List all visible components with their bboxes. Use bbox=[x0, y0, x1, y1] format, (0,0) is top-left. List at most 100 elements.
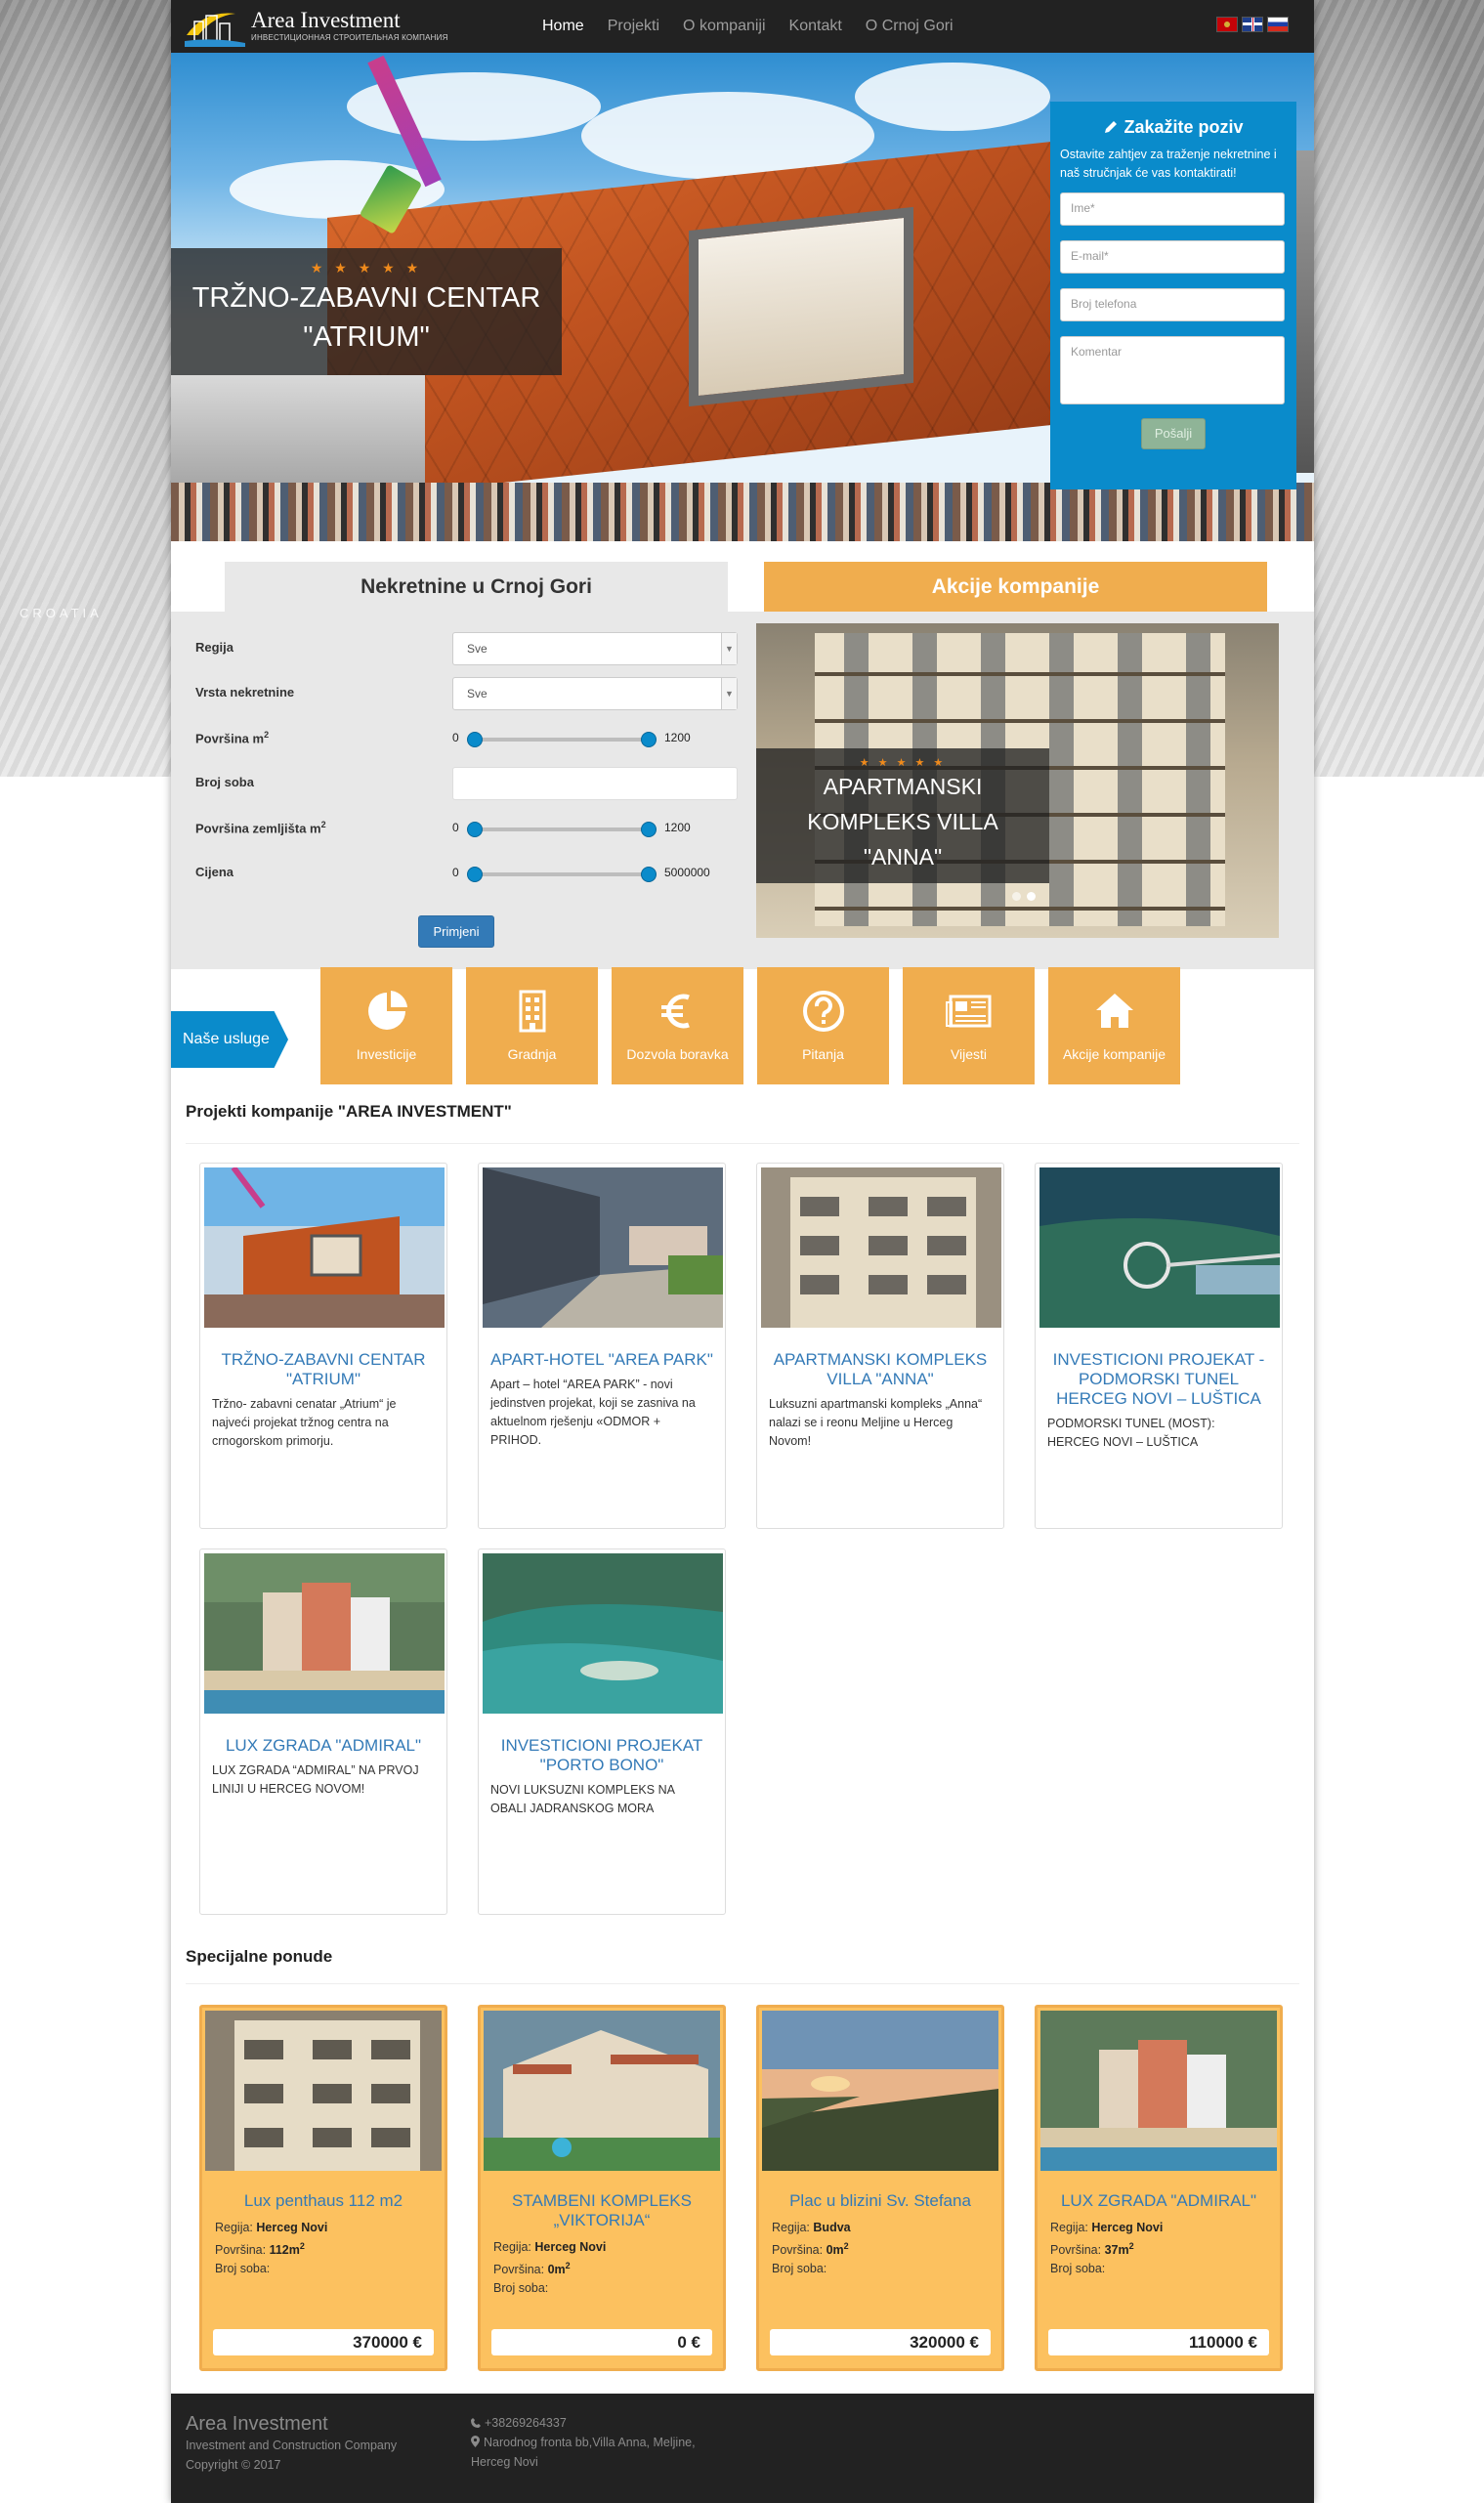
service-label: Dozvola boravka bbox=[626, 1046, 729, 1062]
call-form-text: Ostavite zahtjev za traženje nekretnine … bbox=[1060, 148, 1277, 180]
call-request-form: Zakažite poziv Ostavite zahtjev za traže… bbox=[1050, 102, 1296, 489]
offer-price: 320000 € bbox=[770, 2329, 991, 2355]
service-residence-permit[interactable]: Dozvola boravka bbox=[612, 967, 743, 1084]
project-title[interactable]: APART-HOTEL "AREA PARK" bbox=[483, 1350, 721, 1370]
nav-projects[interactable]: Projekti bbox=[596, 0, 671, 53]
tab-promotions[interactable]: Akcije kompanije bbox=[764, 562, 1267, 612]
project-card[interactable]: INVESTICIONI PROJEKAT -PODMORSKI TUNEL H… bbox=[1035, 1163, 1283, 1529]
offer-image-penthaus bbox=[205, 2011, 442, 2171]
hero-crowd bbox=[171, 483, 1314, 541]
offer-area: 0m2 bbox=[547, 2261, 571, 2277]
project-card[interactable]: INVESTICIONI PROJEKAT "PORTO BONO" NOVI … bbox=[478, 1548, 726, 1915]
price-range-slider[interactable] bbox=[467, 867, 657, 882]
apply-button[interactable]: Primjeni bbox=[418, 915, 494, 948]
offer-details: Regija: Budva Površina: 0m2 Broj soba: bbox=[762, 2219, 998, 2278]
nav-montenegro[interactable]: O Crnoj Gori bbox=[854, 0, 965, 53]
footer-address: Narodnog fronta bb,Villa Anna, Meljine, … bbox=[471, 2436, 696, 2469]
comment-field[interactable]: Komentar bbox=[1060, 336, 1285, 404]
project-card[interactable]: LUX ZGRADA "ADMIRAL" LUX ZGRADA “ADMIRAL… bbox=[199, 1548, 447, 1915]
footer-copyright: Copyright © 2017 bbox=[186, 2458, 281, 2472]
project-card[interactable]: TRŽNO-ZABAVNI CENTAR "ATRIUM" Tržno- zab… bbox=[199, 1163, 447, 1529]
offer-card[interactable]: LUX ZGRADA "ADMIRAL" Regija: Herceg Novi… bbox=[1035, 2005, 1283, 2371]
type-select[interactable]: Sve ▼ bbox=[452, 677, 738, 710]
send-button[interactable]: Pošalji bbox=[1141, 418, 1206, 449]
project-description: Luksuzni apartmanski kompleks „Anna“ nal… bbox=[769, 1397, 983, 1448]
project-card[interactable]: APARTMANSKI KOMPLEKS VILLA "ANNA" Luksuz… bbox=[756, 1163, 1004, 1529]
phone-field[interactable]: Broj telefona bbox=[1060, 288, 1285, 321]
hero-caption: ★ ★ ★ ★ ★ TRŽNO-ZABAVNI CENTAR "ATRIUM" bbox=[171, 248, 562, 375]
flag-english-icon[interactable] bbox=[1242, 17, 1263, 32]
footer-contact: +38269264337 Narodnog fronta bb,Villa An… bbox=[471, 2413, 725, 2472]
service-questions[interactable]: Pitanja bbox=[757, 967, 889, 1084]
area-min-handle[interactable] bbox=[467, 732, 483, 747]
project-image-area-park bbox=[483, 1167, 723, 1328]
offer-price: 370000 € bbox=[213, 2329, 434, 2355]
offer-area: 37m2 bbox=[1104, 2241, 1134, 2258]
area-min: 0 bbox=[452, 731, 459, 744]
email-field[interactable]: E-mail* bbox=[1060, 240, 1285, 274]
price-filter: Cijena 0 5000000 bbox=[195, 857, 742, 890]
region-select[interactable]: Sve ▼ bbox=[452, 632, 738, 665]
offer-card[interactable]: STAMBENI KOMPLEKS „VIKTORIJA“ Regija: He… bbox=[478, 2005, 726, 2371]
flag-russian-icon[interactable] bbox=[1267, 17, 1289, 32]
map-marker-icon bbox=[471, 2436, 480, 2447]
project-title[interactable]: LUX ZGRADA "ADMIRAL" bbox=[204, 1736, 443, 1756]
region-label: Regija bbox=[195, 640, 234, 655]
page-container: Area Investment ИНВЕСТИЦИОННАЯ СТРОИТЕЛЬ… bbox=[171, 0, 1314, 2503]
service-investments[interactable]: Investicije bbox=[320, 967, 452, 1084]
call-form-title: Zakažite poziv bbox=[1124, 117, 1244, 137]
offer-price: 0 € bbox=[491, 2329, 712, 2355]
call-form-heading: Zakažite poziv bbox=[1060, 117, 1287, 138]
hero-slider[interactable]: ★ ★ ★ ★ ★ TRŽNO-ZABAVNI CENTAR "ATRIUM" … bbox=[171, 53, 1314, 541]
offer-card[interactable]: Lux penthaus 112 m2 Regija: Herceg Novi … bbox=[199, 2005, 447, 2371]
price-min-handle[interactable] bbox=[467, 867, 483, 882]
offer-region: Herceg Novi bbox=[534, 2240, 607, 2254]
top-navbar: Area Investment ИНВЕСТИЦИОННАЯ СТРОИТЕЛЬ… bbox=[171, 0, 1314, 53]
nav-contact[interactable]: Kontakt bbox=[778, 0, 854, 53]
offer-details: Regija: Herceg Novi Površina: 37m2 Broj … bbox=[1040, 2219, 1277, 2278]
projects-heading: Projekti kompanije "AREA INVESTMENT" bbox=[186, 1102, 512, 1121]
area-filter: Površina m2 0 1200 bbox=[195, 722, 742, 755]
offer-card[interactable]: Plac u blizini Sv. Stefana Regija: Budva… bbox=[756, 2005, 1004, 2371]
offer-title[interactable]: LUX ZGRADA "ADMIRAL" bbox=[1040, 2191, 1277, 2211]
area-range-slider[interactable] bbox=[467, 732, 657, 747]
flag-montenegro-icon[interactable] bbox=[1216, 17, 1238, 32]
land-min: 0 bbox=[452, 821, 459, 834]
service-promotions[interactable]: Akcije kompanije bbox=[1048, 967, 1180, 1084]
land-min-handle[interactable] bbox=[467, 822, 483, 837]
euro-icon bbox=[660, 994, 690, 1029]
region-value: Sve bbox=[467, 642, 488, 656]
project-title[interactable]: TRŽNO-ZABAVNI CENTAR "ATRIUM" bbox=[204, 1350, 443, 1389]
rooms-input[interactable] bbox=[452, 767, 738, 800]
project-card[interactable]: APART-HOTEL "AREA PARK" Apart – hotel “A… bbox=[478, 1163, 726, 1529]
chevron-down-icon: ▼ bbox=[721, 678, 737, 709]
nav-about[interactable]: O kompaniji bbox=[671, 0, 777, 53]
slider-dot-active[interactable] bbox=[1027, 892, 1036, 901]
promo-slider[interactable]: ★ ★ ★ ★ ★ APARTMANSKI KOMPLEKS VILLA "AN… bbox=[756, 623, 1279, 938]
type-value: Sve bbox=[467, 687, 488, 700]
land-range-slider[interactable] bbox=[467, 822, 657, 837]
project-title[interactable]: INVESTICIONI PROJEKAT -PODMORSKI TUNEL H… bbox=[1039, 1350, 1278, 1409]
project-title[interactable]: APARTMANSKI KOMPLEKS VILLA "ANNA" bbox=[761, 1350, 999, 1389]
slider-dot[interactable] bbox=[1012, 892, 1021, 901]
service-construction[interactable]: Gradnja bbox=[466, 967, 598, 1084]
divider bbox=[186, 1143, 1299, 1144]
pie-chart-icon bbox=[367, 991, 407, 1030]
tab-real-estate[interactable]: Nekretnine u Crnoj Gori bbox=[225, 562, 728, 612]
offer-region: Budva bbox=[813, 2221, 851, 2234]
offer-title[interactable]: STAMBENI KOMPLEKS „VIKTORIJA“ bbox=[484, 2191, 720, 2230]
footer: Area Investment Investment and Construct… bbox=[171, 2394, 1314, 2503]
project-title[interactable]: INVESTICIONI PROJEKAT "PORTO BONO" bbox=[483, 1736, 721, 1775]
price-max-handle[interactable] bbox=[641, 867, 657, 882]
area-max-handle[interactable] bbox=[641, 732, 657, 747]
land-max-handle[interactable] bbox=[641, 822, 657, 837]
offer-title[interactable]: Plac u blizini Sv. Stefana bbox=[762, 2191, 998, 2211]
logo[interactable]: Area Investment ИНВЕСТИЦИОННАЯ СТРОИТЕЛЬ… bbox=[185, 4, 447, 49]
service-news[interactable]: Vijesti bbox=[903, 967, 1035, 1084]
footer-phone[interactable]: +38269264337 bbox=[485, 2416, 567, 2430]
name-field[interactable]: Ime* bbox=[1060, 192, 1285, 226]
hero-title-line1: TRŽNO-ZABAVNI CENTAR bbox=[191, 282, 541, 314]
nav-home[interactable]: Home bbox=[530, 0, 596, 53]
building-icon bbox=[519, 990, 545, 1033]
offer-title[interactable]: Lux penthaus 112 m2 bbox=[205, 2191, 442, 2211]
